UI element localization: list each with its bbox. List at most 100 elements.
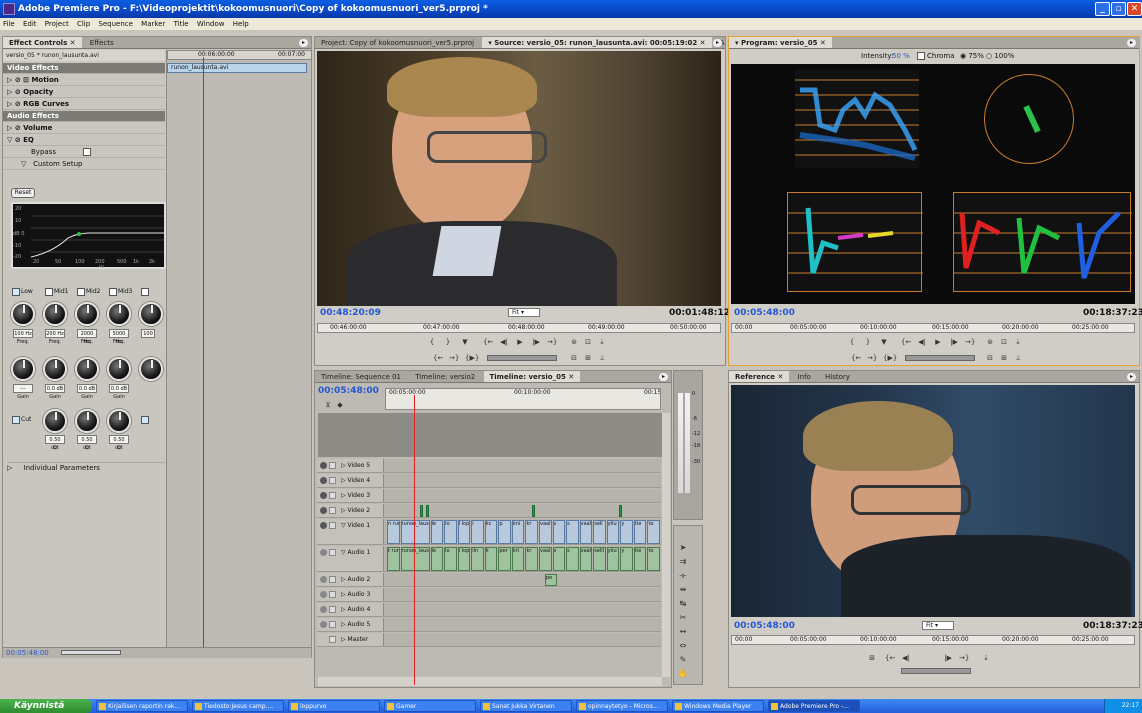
intensity-value[interactable]: 50 % — [892, 52, 910, 60]
pen-tool-icon[interactable]: ✎ — [677, 654, 689, 666]
effect-motion[interactable]: ▷ ⊘ ⊡ Motion — [3, 75, 165, 86]
eye-icon[interactable] — [320, 522, 327, 529]
clip-audio1[interactable]: selli — [593, 547, 606, 571]
taskbar-item[interactable]: Tiedosto:Jesus camp.... — [192, 700, 284, 712]
ec-zoom-slider[interactable] — [61, 650, 121, 655]
clip-audio1[interactable]: kr — [525, 547, 538, 571]
lift-icon[interactable]: ⊟ — [985, 353, 995, 363]
lock-icon[interactable] — [329, 549, 336, 556]
tab-history[interactable]: History — [819, 371, 856, 382]
tab-timeline-sequence01[interactable]: Timeline: Sequence 01 — [315, 371, 407, 382]
lock-icon[interactable] — [329, 507, 336, 514]
band-low-checkbox[interactable] — [12, 288, 20, 296]
clip-video1[interactable]: kc — [484, 520, 498, 544]
clip-video2[interactable] — [420, 505, 423, 517]
clip-audio1[interactable]: t rur — [387, 547, 400, 571]
loop-icon[interactable]: ⊜ — [985, 337, 995, 347]
gain-knob-low[interactable] — [11, 357, 35, 381]
timeline-timecode[interactable]: 00:05:48:00 — [318, 386, 379, 396]
reference-fit-select[interactable]: Fit ▾ — [922, 621, 954, 630]
speaker-icon[interactable] — [320, 591, 327, 598]
timeline-ruler[interactable]: 00:05:00:00 00:10:00:00 00:15: — [385, 388, 661, 410]
clip-video1[interactable]: vaalivi — [579, 520, 593, 544]
tab-timeline-versio05[interactable]: Timeline: versio_05 ✕ — [483, 371, 581, 382]
q-value-mid2[interactable]: 0.50 oct — [77, 435, 97, 451]
mark-in-icon[interactable]: { — [427, 337, 437, 347]
q-knob-mid3[interactable] — [107, 409, 131, 433]
next-edit-icon[interactable]: →} — [867, 353, 877, 363]
lock-icon[interactable] — [329, 636, 336, 643]
insert-icon[interactable]: ⊟ — [569, 353, 579, 363]
step-back-icon[interactable]: ◀| — [499, 337, 509, 347]
freq-knob-mid3[interactable] — [107, 302, 131, 326]
toggle-take-audio-video-icon[interactable]: ⊥ — [597, 353, 607, 363]
tab-source[interactable]: ▾ Source: versio_05: runon_lausunta.avi:… — [482, 37, 712, 48]
clip-video1[interactable]: yliu — [606, 520, 620, 544]
clip-audio1[interactable]: per — [498, 547, 511, 571]
timeline-hscroll[interactable] — [318, 677, 662, 686]
gain-value-mid2[interactable]: 0.0 dB — [77, 384, 97, 393]
go-to-out-icon[interactable]: →} — [965, 337, 975, 347]
jog-shuttle[interactable] — [905, 355, 975, 361]
clip-video1[interactable]: tie — [633, 520, 647, 544]
clip-video1[interactable]: kr — [525, 520, 538, 544]
step-back-icon[interactable]: ◀| — [917, 337, 927, 347]
freq-value-mid3[interactable]: 5000 Hz — [109, 329, 129, 345]
go-to-in-icon[interactable]: {← — [901, 337, 911, 347]
clip-video1[interactable]: lo — [444, 520, 457, 544]
ripple-edit-tool-icon[interactable]: ⟛ — [677, 570, 689, 582]
eq-graph[interactable]: 20 10 dB 0 -10 -20 20 50 100 200 500 1k … — [11, 202, 166, 269]
speaker-icon[interactable] — [320, 606, 327, 613]
lock-icon[interactable] — [329, 477, 336, 484]
go-to-in-icon[interactable]: {← — [483, 337, 493, 347]
slide-tool-icon[interactable]: ⇔ — [677, 640, 689, 652]
program-current-timecode[interactable]: 00:05:48:00 — [734, 308, 795, 318]
step-back-icon[interactable]: ◀| — [901, 653, 911, 663]
menu-edit[interactable]: Edit — [23, 20, 37, 28]
mark-out-icon[interactable]: } — [443, 337, 453, 347]
q-knob-mid2[interactable] — [75, 409, 99, 433]
close-button[interactable]: ✕ — [1127, 2, 1142, 16]
set-marker-icon[interactable]: ◆ — [335, 400, 345, 410]
freq-knob-mid2[interactable] — [75, 302, 99, 326]
reference-ruler[interactable]: 00:00 00:05:00:00 00:10:00:00 00:15:00:0… — [731, 635, 1135, 645]
go-to-out-icon[interactable]: →} — [959, 653, 969, 663]
play-in-out-icon[interactable]: {▶} — [465, 353, 479, 363]
play-icon[interactable]: ▶ — [933, 337, 943, 347]
ec-playhead[interactable] — [203, 57, 204, 647]
output-icon[interactable]: ⇣ — [1013, 337, 1023, 347]
clip-audio1[interactable]: tie — [633, 547, 647, 571]
freq-value-low[interactable]: 100 Hz — [13, 329, 33, 338]
safe-margins-icon[interactable]: ⊡ — [999, 337, 1009, 347]
mark-out-icon[interactable]: } — [863, 337, 873, 347]
band-mid3-checkbox[interactable] — [109, 288, 117, 296]
zoom-100-radio[interactable]: ○ 100% — [986, 52, 1014, 60]
track-audio4[interactable]: ▷ Audio 4 — [317, 603, 661, 617]
taskbar-item[interactable]: Sanat Jukka Virtanen — [480, 700, 572, 712]
clip-audio1[interactable]: vaalivi — [579, 547, 593, 571]
source-fit-select[interactable]: Fit ▾ — [508, 308, 540, 317]
clip-audio1[interactable]: runon_lausunta — [400, 547, 430, 571]
track-video4[interactable]: ▷ Video 4 — [317, 474, 661, 488]
scopes-area[interactable] — [731, 64, 1135, 304]
taskbar-item-active[interactable]: Adobe Premiere Pro -... — [768, 700, 860, 712]
clip-audio2[interactable]: pe — [545, 574, 557, 586]
menu-sequence[interactable]: Sequence — [98, 20, 133, 28]
clip-audio1[interactable]: v — [552, 547, 566, 571]
gain-knob-mid1[interactable] — [43, 357, 67, 381]
panel-menu-icon[interactable]: ▸ — [299, 39, 308, 47]
clip-audio1[interactable]: vaal — [539, 547, 552, 571]
individual-params-row[interactable]: ▷ Individual Parameters — [7, 462, 165, 473]
clip-video1[interactable]: n rur — [387, 520, 400, 544]
play-icon[interactable]: ▶ — [515, 337, 525, 347]
output-icon[interactable]: ⇣ — [597, 337, 607, 347]
overlay-icon[interactable]: ⊞ — [583, 353, 593, 363]
loop-icon[interactable]: ⊜ — [569, 337, 579, 347]
clip-video1[interactable]: le — [430, 520, 444, 544]
ec-clip-bar[interactable]: runon_lausunta.avi — [167, 63, 307, 73]
freq-knob-low[interactable] — [11, 302, 35, 326]
effect-opacity[interactable]: ▷ ⊘ Opacity — [3, 87, 165, 98]
reference-video-frame[interactable] — [731, 385, 1135, 617]
source-current-timecode[interactable]: 00:48:20:09 — [320, 308, 381, 318]
gain-value-mid3[interactable]: 0.0 dB — [109, 384, 129, 393]
